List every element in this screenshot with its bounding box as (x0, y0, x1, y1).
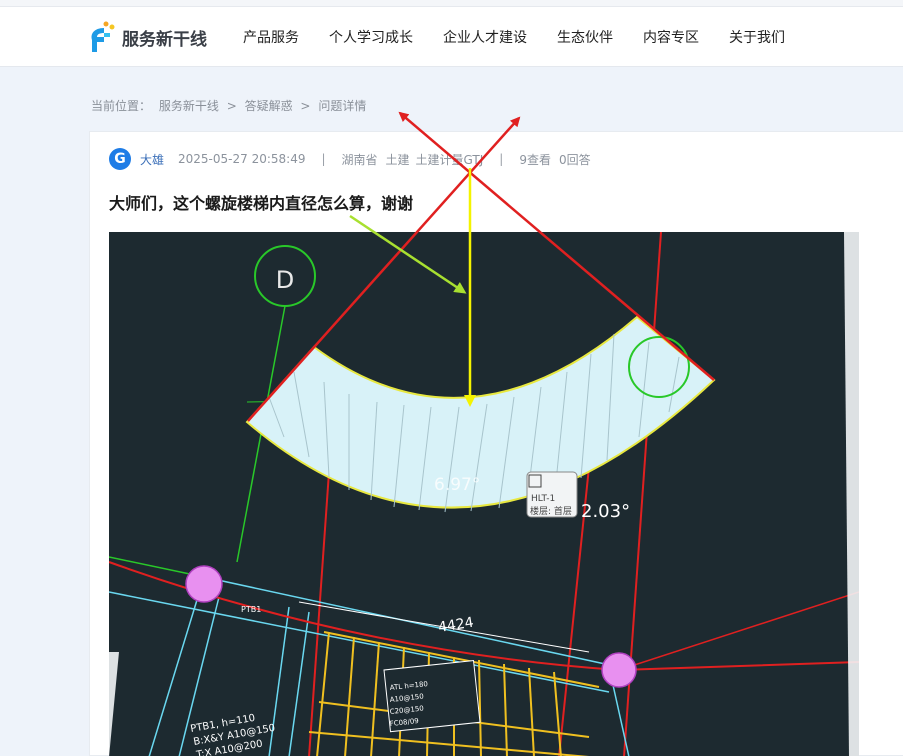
column-marker (185, 565, 223, 603)
logo-icon (91, 21, 115, 52)
meta-divider: | (499, 152, 504, 166)
cad-drawing: D 6.97° HLT-1 楼层: 首层 2.03° 4424 PTB1 ATL… (109, 232, 859, 756)
breadcrumb-separator: > (226, 99, 237, 113)
breadcrumb: 当前位置： 服务新干线 > 答疑解惑 > 问题详情 (91, 97, 370, 114)
breadcrumb-label: 当前位置： (91, 99, 152, 113)
view-count: 9查看 (519, 152, 551, 167)
answer-count: 0回答 (558, 152, 591, 167)
avatar[interactable]: G (109, 148, 131, 170)
column-marker (601, 652, 637, 688)
site-header: 服务新干线 产品服务 个人学习成长 企业人才建设 生态伙伴 内容专区 关于我们 (0, 7, 903, 67)
author-name[interactable]: 大雄 (140, 151, 164, 168)
breadcrumb-item-qa[interactable]: 答疑解惑 (245, 99, 293, 113)
angle-label-1: 6.97° (434, 475, 480, 495)
beam-label: PTB1 (241, 605, 261, 614)
nav-item-content[interactable]: 内容专区 (643, 27, 699, 47)
post-region: 湖南省 (341, 152, 378, 167)
nav-item-partners[interactable]: 生态伙伴 (557, 27, 613, 47)
question-title: 大师们，这个螺旋楼梯内直径怎么算，谢谢 (109, 194, 414, 213)
component-floor: 楼层: 首层 (530, 505, 572, 517)
question-image[interactable]: D 6.97° HLT-1 楼层: 首层 2.03° 4424 PTB1 ATL… (109, 232, 859, 756)
main-nav: 产品服务 个人学习成长 企业人才建设 生态伙伴 内容专区 关于我们 (243, 7, 815, 67)
tag-gtj[interactable]: 土建计量GTJ (416, 151, 484, 168)
question-meta: G 大雄 2025-05-27 20:58:49 | 湖南省 土建 土建计量GT… (109, 148, 591, 170)
angle-label-2: 2.03° (581, 501, 630, 522)
logo-text: 服务新干线 (122, 29, 207, 50)
nav-item-products[interactable]: 产品服务 (243, 27, 299, 47)
nav-item-enterprise-talent[interactable]: 企业人才建设 (443, 27, 527, 47)
tag-civil[interactable]: 土建 (386, 151, 410, 168)
post-datetime: 2025-05-27 20:58:49 (178, 152, 306, 166)
grid-axis-label: D (276, 266, 294, 294)
nav-item-about[interactable]: 关于我们 (729, 27, 785, 47)
nav-item-personal-growth[interactable]: 个人学习成长 (329, 27, 413, 47)
breadcrumb-separator: > (300, 99, 311, 113)
site-logo[interactable]: 服务新干线 (88, 17, 207, 57)
meta-divider: | (321, 152, 326, 166)
question-card: G 大雄 2025-05-27 20:58:49 | 湖南省 土建 土建计量GT… (89, 131, 903, 756)
component-name: HLT-1 (531, 494, 555, 504)
breadcrumb-item-home[interactable]: 服务新干线 (159, 99, 219, 113)
breadcrumb-item-current: 问题详情 (318, 99, 367, 113)
top-strip (0, 0, 903, 7)
